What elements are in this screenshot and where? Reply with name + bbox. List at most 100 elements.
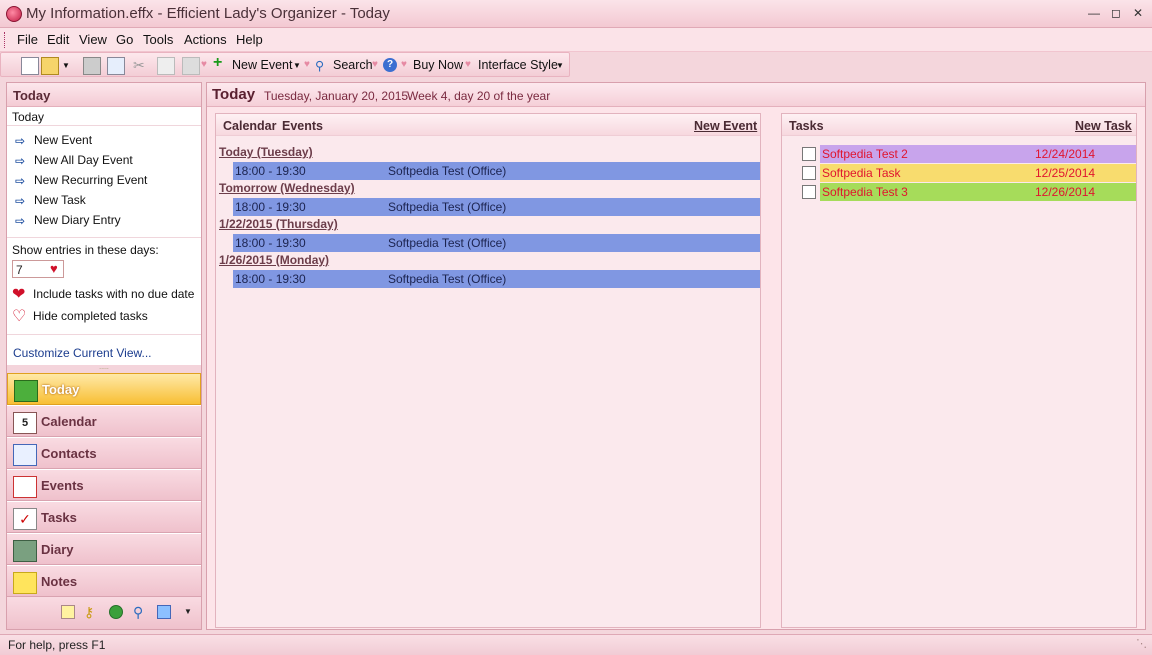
menu-help[interactable]: Help xyxy=(236,32,263,47)
menu-view[interactable]: View xyxy=(79,32,107,47)
day-group-heading[interactable]: 1/22/2015 (Thursday) xyxy=(218,216,758,234)
paste-icon[interactable] xyxy=(182,57,200,75)
globe-icon[interactable] xyxy=(109,605,123,619)
nav-label: Notes xyxy=(41,574,78,589)
open-dropdown-icon[interactable]: ▼ xyxy=(62,61,70,70)
menu-actions[interactable]: Actions xyxy=(184,32,227,47)
event-row[interactable]: 18:00 - 19:30 Softpedia Test (Office) xyxy=(233,234,760,252)
toolbar-heart-separator: ♥ xyxy=(372,59,378,70)
buy-now-button[interactable]: Buy Now xyxy=(413,58,463,72)
help-icon[interactable]: ? xyxy=(383,58,397,72)
maximize-icon[interactable]: ◻ xyxy=(1105,5,1127,21)
show-entries-label: Show entries in these days: xyxy=(12,243,159,257)
task-row[interactable]: Softpedia Test 2 12/24/2014 xyxy=(820,145,1136,163)
close-icon[interactable]: ✕ xyxy=(1127,5,1149,21)
hide-completed-toggle[interactable]: Hide completed tasks xyxy=(33,309,148,323)
task-row[interactable]: Softpedia Task 12/25/2014 xyxy=(820,164,1136,182)
new-document-icon[interactable] xyxy=(21,57,39,75)
notes-shortcut-icon[interactable] xyxy=(61,605,75,619)
divider xyxy=(7,237,201,238)
calendar-pane: Calendar Events New Event Today (Tuesday… xyxy=(215,113,761,628)
search-shortcut-icon[interactable]: ⚲ xyxy=(133,604,143,621)
minimize-icon[interactable]: — xyxy=(1083,5,1105,21)
left-panel-subheader: Today xyxy=(12,110,45,124)
cut-icon[interactable]: ✂ xyxy=(133,57,149,73)
interface-style-button[interactable]: Interface Style xyxy=(478,58,558,72)
event-subject: Softpedia Test (Office) xyxy=(388,236,507,250)
nav-label: Today xyxy=(42,382,80,397)
action-new-recurring-event[interactable]: New Recurring Event xyxy=(34,173,147,187)
menu-file[interactable]: File xyxy=(17,32,38,47)
arrow-right-icon: ⇨ xyxy=(15,194,26,208)
tasks-label: Tasks xyxy=(789,119,824,133)
sync-icon[interactable] xyxy=(157,605,171,619)
calendar-label[interactable]: Calendar xyxy=(223,119,277,133)
search-button[interactable]: Search xyxy=(333,58,373,72)
heart-icon[interactable]: ♡ xyxy=(12,306,26,326)
calendar-pane-header: Calendar Events New Event xyxy=(216,114,760,136)
print-icon[interactable] xyxy=(83,57,101,75)
action-new-diary-entry[interactable]: New Diary Entry xyxy=(34,213,121,227)
nav-today[interactable]: Today xyxy=(7,373,201,405)
resize-grip-icon[interactable]: ⋱ xyxy=(1136,637,1147,650)
arrow-right-icon: ⇨ xyxy=(15,214,26,228)
plus-icon[interactable]: + xyxy=(213,54,222,72)
new-task-link[interactable]: New Task xyxy=(1075,119,1132,133)
divider xyxy=(7,125,201,126)
calendar-icon: 5 xyxy=(13,412,37,434)
nav-label: Calendar xyxy=(41,414,97,429)
nav-calendar[interactable]: 5 Calendar xyxy=(7,405,201,437)
nav-label: Tasks xyxy=(41,510,77,525)
copy-icon[interactable] xyxy=(157,57,175,75)
arrow-right-icon: ⇨ xyxy=(15,134,26,148)
splitter-handle[interactable]: ..... xyxy=(7,364,201,373)
app-icon[interactable] xyxy=(6,6,22,22)
open-folder-icon[interactable] xyxy=(41,57,59,75)
menu-go[interactable]: Go xyxy=(116,32,133,47)
new-event-link[interactable]: New Event xyxy=(694,119,757,133)
task-checkbox[interactable] xyxy=(802,147,816,161)
heart-dropdown-icon[interactable]: ♥ xyxy=(50,261,58,276)
new-event-dropdown-icon[interactable]: ▼ xyxy=(293,61,301,70)
toolbar: ▼ ✂ ♥ + New Event ▼ ♥ ⚲ Search ♥ ? ♥ Buy… xyxy=(0,52,570,77)
include-tasks-toggle[interactable]: Include tasks with no due date xyxy=(33,287,194,301)
task-checkbox[interactable] xyxy=(802,166,816,180)
task-checkbox[interactable] xyxy=(802,185,816,199)
key-icon[interactable]: ⚷ xyxy=(84,604,94,621)
day-group-heading[interactable]: 1/26/2015 (Monday) xyxy=(218,252,758,270)
customize-view-link[interactable]: Customize Current View... xyxy=(13,346,152,360)
nav-events[interactable]: Events xyxy=(7,469,201,501)
notes-icon xyxy=(13,572,37,594)
nav-notes[interactable]: Notes xyxy=(7,565,201,597)
nav-diary[interactable]: Diary xyxy=(7,533,201,565)
task-date: 12/26/2014 xyxy=(1035,185,1096,199)
event-row[interactable]: 18:00 - 19:30 Softpedia Test (Office) xyxy=(233,270,760,288)
action-new-event[interactable]: New Event xyxy=(34,133,92,147)
day-group-heading[interactable]: Today (Tuesday) xyxy=(218,144,758,162)
menubar-grip[interactable] xyxy=(4,32,8,48)
action-new-task[interactable]: New Task xyxy=(34,193,86,207)
nav-tasks[interactable]: ✓ Tasks xyxy=(7,501,201,533)
nav-label: Events xyxy=(41,478,84,493)
event-row[interactable]: 18:00 - 19:30 Softpedia Test (Office) xyxy=(233,198,760,216)
page-title: Today xyxy=(212,86,256,103)
heart-arrow-icon[interactable]: ❤ xyxy=(12,284,25,304)
title-bar: My Information.effx - Efficient Lady's O… xyxy=(0,0,1152,28)
event-time: 18:00 - 19:30 xyxy=(235,272,306,286)
shortcut-dropdown-icon[interactable]: ▼ xyxy=(184,607,192,616)
day-group-heading[interactable]: Tomorrow (Wednesday) xyxy=(218,180,758,198)
toolbar-heart-separator: ♥ xyxy=(201,59,207,70)
menu-tools[interactable]: Tools xyxy=(143,32,173,47)
event-row[interactable]: 18:00 - 19:30 Softpedia Test (Office) xyxy=(233,162,760,180)
search-icon[interactable]: ⚲ xyxy=(315,58,324,73)
action-new-all-day-event[interactable]: New All Day Event xyxy=(34,153,133,167)
nav-contacts[interactable]: Contacts xyxy=(7,437,201,469)
menu-edit[interactable]: Edit xyxy=(47,32,69,47)
new-event-button[interactable]: New Event xyxy=(232,58,292,72)
interface-style-dropdown-icon[interactable]: ▼ xyxy=(556,61,564,70)
days-combo[interactable]: 7 ♥ xyxy=(12,260,64,278)
task-row[interactable]: Softpedia Test 3 12/26/2014 xyxy=(820,183,1136,201)
tasks-pane: Tasks New Task Softpedia Test 2 12/24/20… xyxy=(781,113,1137,628)
tasks-pane-header: Tasks New Task xyxy=(782,114,1136,136)
print-preview-icon[interactable] xyxy=(107,57,125,75)
